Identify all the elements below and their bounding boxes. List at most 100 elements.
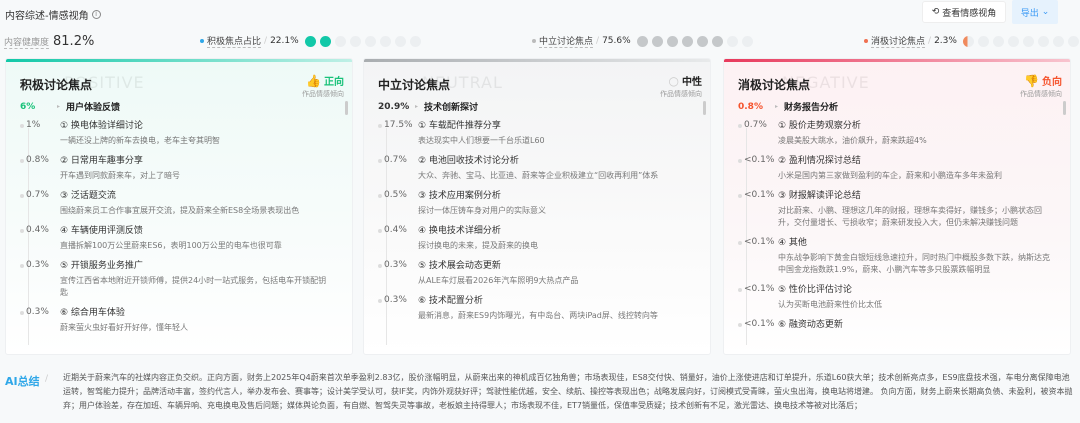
page-title-text: 内容综述-情感视角 — [5, 11, 89, 22]
content-health: 内容健康度 81.2% — [4, 34, 94, 49]
focus-list[interactable]: 17.5% ① 车载配件推荐分享 表达现实中人们想要一千台乐道L60 0.7% ② 电池… — [378, 120, 700, 345]
ai-summary-label: AI总结 — [5, 375, 40, 388]
view-sentiment-button[interactable]: ⟲ 查看情感视角 — [922, 1, 1006, 23]
caret-icon: ▸ — [57, 103, 61, 110]
item-pct: <0.1% — [738, 319, 778, 332]
tone-subtitle: 作品情感倾向 — [660, 90, 702, 98]
stat-positive: 积极焦点占比/22.1% — [200, 34, 421, 48]
stat-label: 积极焦点占比 — [207, 34, 262, 48]
main-label: 用户体验反馈 — [66, 103, 121, 113]
progress-dot — [636, 35, 648, 47]
item-desc: 凌晨美股大跳水，油价飙升，蔚来跌超4% — [778, 136, 927, 145]
list-item[interactable]: 0.4% ④ 换电技术详细分析 探讨换电的未来，提及蔚来的换电 — [378, 225, 700, 252]
item-desc: 中东战争影响下黄金白银短线急速拉升，同时热门中概股多数下跌，纳斯达克中国金龙指数… — [778, 253, 1050, 274]
list-item[interactable]: <0.1% ② 盈利情况探讨总结小米是国内第三家做到盈利的车企，蔚来和小鹏造车多年… — [738, 155, 1060, 182]
focus-list[interactable]: 1% ① 换电体验详细讨论 一辆还没上牌的新车去换电，老车主夸其明智 0.8% ② 日常… — [20, 120, 342, 345]
list-item[interactable]: 0.8% ② 日常用车趣事分享 开车遇到同款蔚来车，对上了暗号 — [20, 155, 342, 182]
main-pct: 20.9% — [378, 101, 410, 112]
tone-label: 正向 — [324, 77, 344, 88]
stat-dots — [962, 35, 1079, 47]
progress-dot — [696, 35, 708, 47]
list-item[interactable]: 0.5% ③ 技术应用案例分析 探讨一体压铸车身对用户的实际意义 — [378, 190, 700, 217]
item-desc: 对比蔚来、小鹏、理想这几年的财报，理想车卖得好，赚钱多；小鹏状态回升，交付量增长… — [778, 206, 1042, 227]
neutral-card: NEUTRAL 中立讨论焦点 ○ 中性 作品情感倾向 20.9% ▸ 技术创新探讨 1… — [363, 58, 711, 355]
positive-card: POSITIVE 积极讨论焦点 👍 正向 作品情感倾向 6% ▸ 用户体验反馈 1% ①… — [5, 58, 353, 355]
focus-list[interactable]: 0.7% ① 股价走势观察分析 凌晨美股大跳水，油价飙升，蔚来跌超4% <0.1% ② … — [738, 120, 1060, 345]
info-icon[interactable]: i — [91, 10, 101, 19]
list-item[interactable]: 0.3% ⑤ 开锁服务业务推广 宣传江西省本地附近开锁师傅，提供24小时一站式服务，… — [20, 260, 342, 299]
item-desc: 表达现实中人们想要一千台乐道L60 — [418, 136, 545, 145]
list-item[interactable]: 0.7% ③ 泛话题交流 围绕蔚来员工合作事宜展开交流，提及蔚来全新ES8全场景表现… — [20, 190, 342, 217]
item-title: ① 车载配件推荐分享 — [418, 121, 501, 131]
card-title: 消极讨论焦点 — [738, 78, 811, 92]
item-desc: 小米是国内第三家做到盈利的车企，蔚来和小鹏造车多年未盈利 — [778, 171, 1002, 180]
scrollbar[interactable] — [703, 101, 706, 115]
list-item[interactable]: 0.3% ⑥ 综合用车体验 蔚来萤火虫好看好开好停，懂年轻人 — [20, 307, 342, 334]
item-pct: <0.1% — [738, 155, 778, 182]
list-item[interactable]: <0.1% ⑤ 性价比评估讨论 认为买断电池蔚来性价比太低 — [738, 284, 1060, 311]
item-pct: 0.3% — [20, 307, 60, 334]
negative-card: NEGATIVE 消极讨论焦点 👎 负向 作品情感倾向 0.8% ▸ 财务报告分析 0… — [723, 58, 1071, 355]
caret-icon: ▸ — [775, 103, 779, 110]
progress-dot — [1037, 35, 1049, 47]
tone-subtitle: 作品情感倾向 — [1020, 90, 1062, 98]
stat-dots — [636, 35, 753, 47]
item-desc: 大众、奔驰、宝马、比亚迪、蔚来等企业积极建立“回收再利用”体系 — [418, 171, 659, 180]
thumbs-up-icon: 👍 — [306, 73, 321, 88]
main-label: 财务报告分析 — [784, 103, 839, 113]
stat-label: 中立讨论焦点 — [539, 34, 594, 48]
progress-dot — [666, 35, 678, 47]
item-pct: 0.5% — [378, 190, 418, 217]
separator: / — [596, 36, 600, 46]
progress-dot — [681, 35, 693, 47]
main-focus: 20.9% ▸ 技术创新探讨 — [378, 100, 478, 114]
item-desc: 从ALE车灯展看2026年汽车照明9大热点产品 — [418, 276, 579, 285]
stat-value: 2.3% — [934, 36, 957, 46]
item-desc: 最新消息，蔚来ES9内饰曝光，有中岛台、两块iPad屏、线控转向等 — [418, 311, 658, 320]
tone-subtitle: 作品情感倾向 — [302, 90, 344, 98]
export-button[interactable]: 导出 ⌄ — [1012, 0, 1058, 24]
list-item[interactable]: 1% ① 换电体验详细讨论 一辆还没上牌的新车去换电，老车主夸其明智 — [20, 120, 342, 147]
item-desc: 开车遇到同款蔚来车，对上了暗号 — [60, 171, 180, 180]
stat-value: 22.1% — [270, 36, 299, 46]
list-item[interactable]: 0.3% ⑤ 技术展会动态更新 从ALE车灯展看2026年汽车照明9大热点产品 — [378, 260, 700, 287]
link-icon: ⟲ — [931, 7, 940, 17]
progress-dot — [334, 35, 346, 47]
list-item[interactable]: 0.3% ⑥ 技术配置分析 最新消息，蔚来ES9内饰曝光，有中岛台、两块iPad屏、… — [378, 295, 700, 322]
separator: / — [264, 36, 268, 46]
main-pct: 6% — [20, 101, 36, 112]
item-pct: 0.3% — [378, 260, 418, 287]
caret-icon: ▸ — [415, 103, 419, 110]
item-title: ④ 其他 — [778, 238, 807, 248]
scrollbar[interactable] — [1063, 101, 1066, 115]
health-value: 81.2% — [53, 34, 95, 49]
list-item[interactable]: <0.1% ③ 财报解读评论总结 对比蔚来、小鹏、理想这几年的财报，理想车卖得好，赚… — [738, 190, 1060, 229]
stat-value: 75.6% — [602, 36, 631, 46]
bullet-icon — [864, 39, 868, 43]
progress-dot — [349, 35, 361, 47]
export-label: 导出 — [1020, 8, 1039, 19]
item-title: ⑥ 技术配置分析 — [418, 296, 483, 306]
list-item[interactable]: 0.7% ① 股价走势观察分析 凌晨美股大跳水，油价飙升，蔚来跌超4% — [738, 120, 1060, 147]
list-item[interactable]: 17.5% ① 车载配件推荐分享 表达现实中人们想要一千台乐道L60 — [378, 120, 700, 147]
item-title: ② 盈利情况探讨总结 — [778, 156, 861, 166]
item-pct: 0.3% — [20, 260, 60, 299]
stat-dots — [304, 35, 421, 47]
item-pct: <0.1% — [738, 284, 778, 311]
list-item[interactable]: <0.1% ④ 其他 中东战争影响下黄金白银短线急速拉升，同时热门中概股多数下跌，纳… — [738, 237, 1060, 276]
item-pct: <0.1% — [738, 190, 778, 229]
card-title: 积极讨论焦点 — [20, 78, 93, 92]
health-label: 内容健康度 — [4, 35, 50, 49]
item-pct: 1% — [20, 120, 60, 147]
tone-label: 负向 — [1042, 77, 1062, 88]
list-item[interactable]: 0.7% ② 电池回收技术讨论分析 大众、奔驰、宝马、比亚迪、蔚来等企业积极建立“回… — [378, 155, 700, 182]
progress-dot — [977, 35, 989, 47]
item-desc: 宣传江西省本地附近开锁师傅，提供24小时一站式服务，包括电车开锁配钥匙 — [60, 276, 327, 297]
list-item[interactable]: <0.1% ⑥ 融资动态更新 — [738, 319, 1060, 332]
item-title: ⑥ 综合用车体验 — [60, 308, 125, 318]
progress-dot — [394, 35, 406, 47]
item-desc: 直播拆解100万公里蔚来ES6，表明100万公里的电车也很可靠 — [60, 241, 282, 250]
list-item[interactable]: 0.4% ④ 车辆使用评测反馈 直播拆解100万公里蔚来ES6，表明100万公里的电… — [20, 225, 342, 252]
card-accent-bar — [724, 59, 1070, 62]
scrollbar[interactable] — [345, 101, 348, 115]
